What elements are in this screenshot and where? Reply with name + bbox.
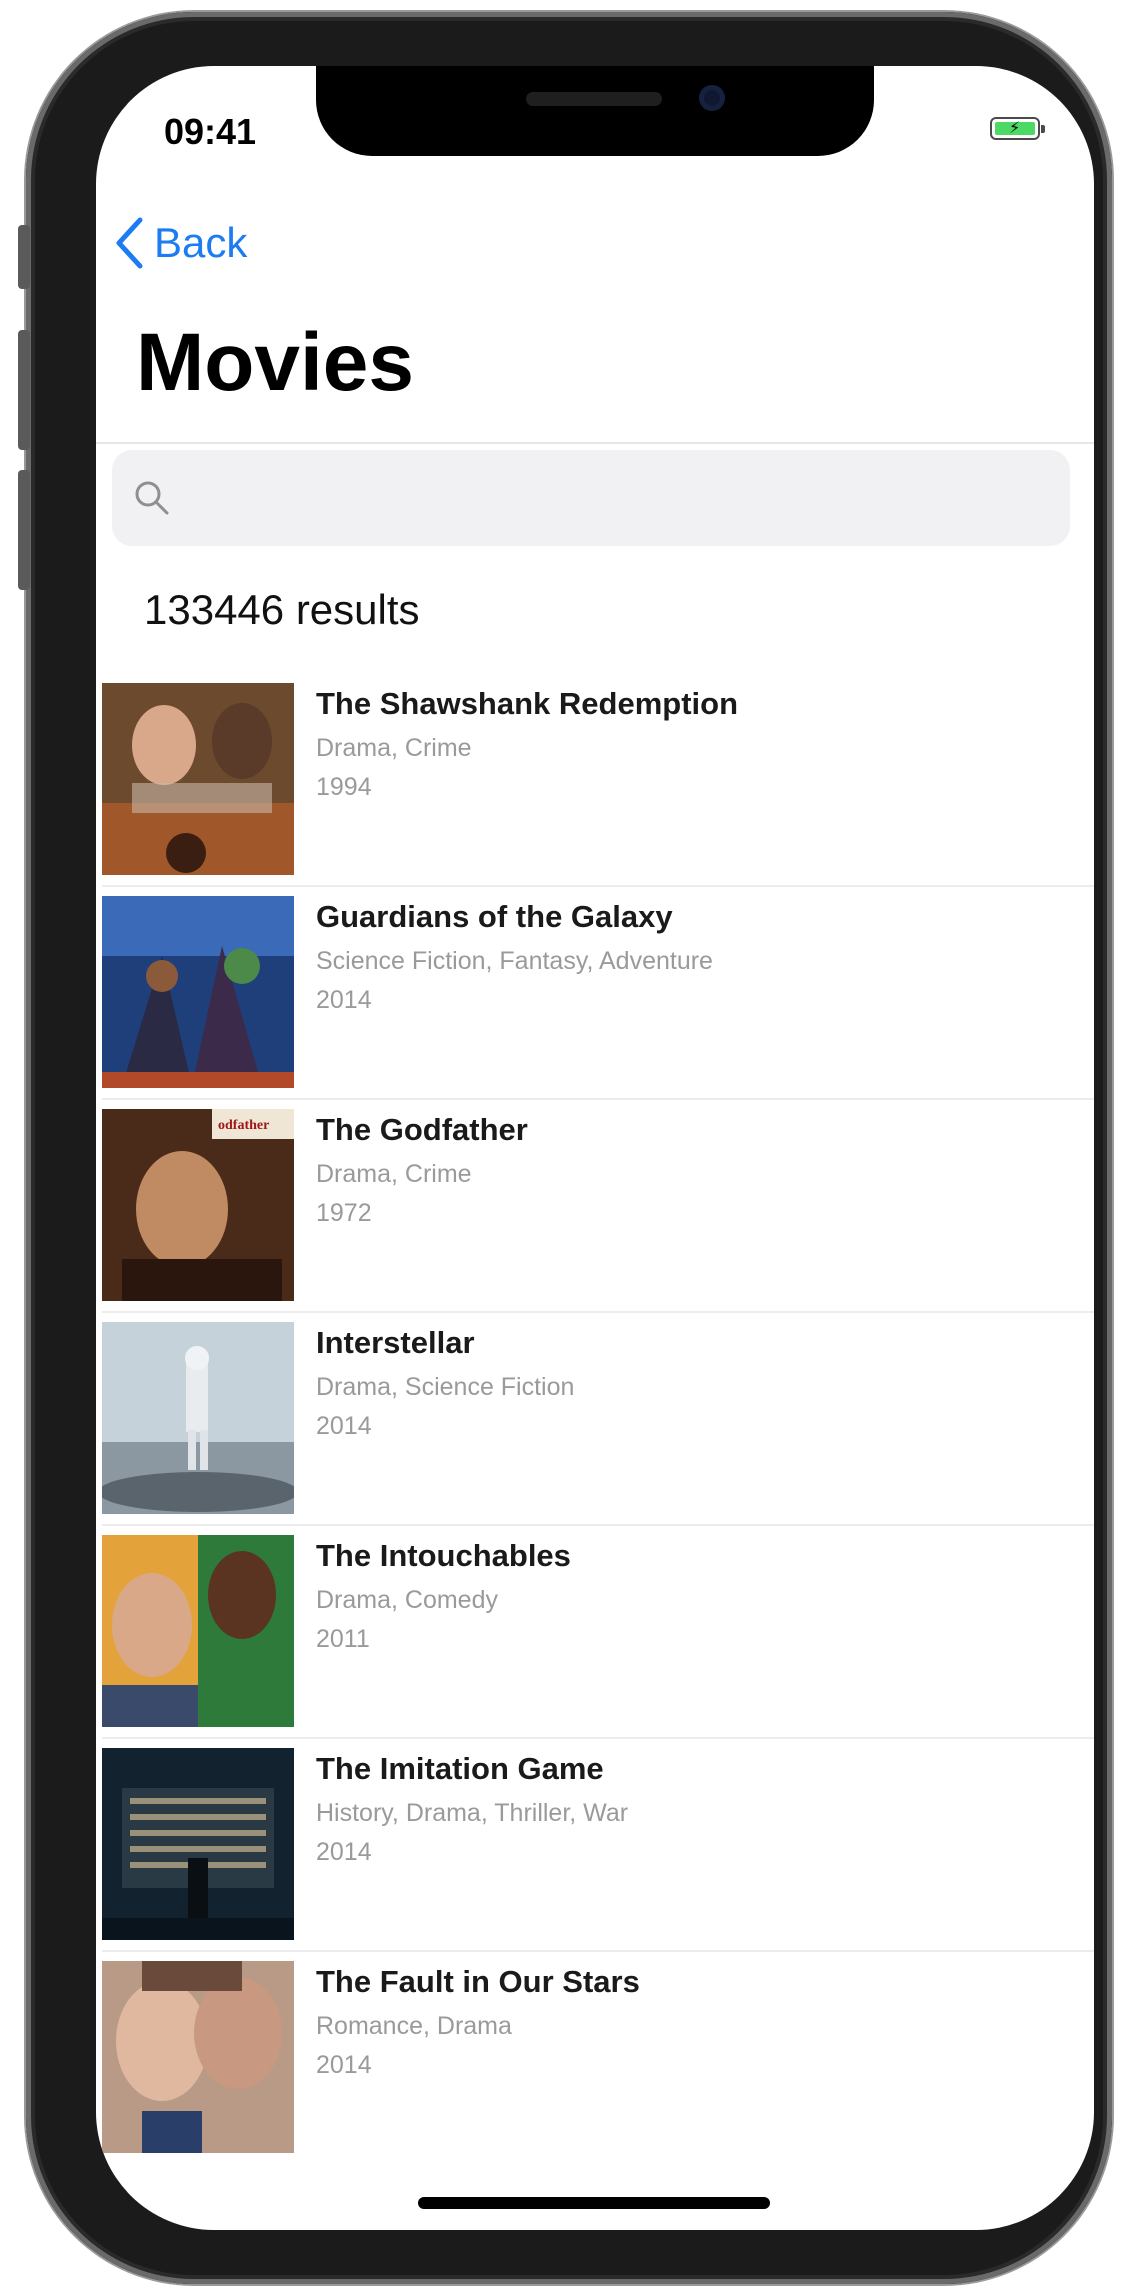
movie-title: Interstellar (316, 1325, 475, 1360)
movie-row-shawshank[interactable]: The Shawshank Redemption Drama, Crime 19… (102, 674, 1094, 887)
movie-year: 2014 (316, 986, 372, 1014)
movie-genres: History, Drama, Thriller, War (316, 1799, 629, 1827)
page-title: Movies (136, 317, 414, 408)
search-bar[interactable] (112, 450, 1070, 546)
charging-bolt-icon: ⚡ (1009, 120, 1021, 137)
movie-year: 2014 (316, 1412, 372, 1440)
poster-image (102, 683, 294, 875)
movie-year: 1994 (316, 773, 372, 801)
movie-row-intouchables[interactable]: The Intouchables Drama, Comedy 2011 (102, 1526, 1094, 1739)
back-label: Back (154, 219, 248, 266)
poster-godfather: odfather (102, 1109, 294, 1301)
poster-fault-in-our-stars (102, 1961, 294, 2153)
movie-row-fault-in-our-stars[interactable]: The Fault in Our Stars Romance, Drama 20… (102, 1952, 1094, 2165)
movie-row-imitation-game[interactable]: The Imitation Game History, Drama, Thril… (102, 1739, 1094, 1952)
movie-info: The Shawshank Redemption Drama, Crime 19… (316, 686, 738, 812)
search-icon (135, 481, 169, 515)
movie-genres: Science Fiction, Fantasy, Adventure (316, 947, 713, 975)
movie-info: Interstellar Drama, Science Fiction 2014 (316, 1325, 574, 1451)
movie-year: 2011 (316, 1625, 370, 1653)
volume-up-button (18, 330, 30, 450)
poster-guardians (102, 896, 294, 1088)
movie-info: The Fault in Our Stars Romance, Drama 20… (316, 1964, 640, 2090)
results-count: 133446 results (144, 586, 420, 633)
movie-title: The Fault in Our Stars (316, 1964, 640, 1999)
poster-interstellar (102, 1322, 294, 1514)
home-indicator[interactable] (418, 2197, 770, 2209)
poster-image: odfather (102, 1109, 294, 1301)
silent-switch (18, 225, 30, 289)
movie-list: The Shawshank Redemption Drama, Crime 19… (102, 674, 1094, 2165)
poster-image (102, 1535, 294, 1727)
notch (316, 66, 874, 156)
movie-year: 2014 (316, 2051, 372, 2079)
speaker-grille (526, 92, 662, 106)
back-button[interactable]: Back (114, 216, 247, 270)
poster-intouchables (102, 1535, 294, 1727)
battery-cap (1041, 125, 1045, 133)
poster-shawshank (102, 683, 294, 875)
movie-row-interstellar[interactable]: Interstellar Drama, Science Fiction 2014 (102, 1313, 1094, 1526)
movie-genres: Drama, Comedy (316, 1586, 498, 1614)
movie-year: 2014 (316, 1838, 372, 1866)
movie-genres: Romance, Drama (316, 2012, 512, 2040)
chevron-left-icon (116, 217, 143, 269)
svg-text:odfather: odfather (218, 1118, 269, 1133)
poster-image (102, 1322, 294, 1514)
volume-down-button (18, 470, 30, 590)
movie-info: The Imitation Game History, Drama, Thril… (316, 1751, 628, 1877)
movie-row-godfather[interactable]: odfather The Godfather Drama, Crime 1972 (102, 1100, 1094, 1313)
movie-title: The Imitation Game (316, 1751, 604, 1786)
nav-divider (96, 442, 1094, 444)
movie-info: Guardians of the Galaxy Science Fiction,… (316, 899, 713, 1025)
movie-title: The Godfather (316, 1112, 528, 1147)
search-input[interactable] (186, 476, 1050, 520)
poster-imitation-game (102, 1748, 294, 1940)
phone-screen: 09:41 ⚡ Back Movies 133446 results The S… (96, 66, 1094, 2230)
movie-genres: Drama, Science Fiction (316, 1373, 575, 1401)
poster-image (102, 1961, 294, 2153)
poster-image (102, 896, 294, 1088)
movie-genres: Drama, Crime (316, 1160, 472, 1188)
movie-info: The Godfather Drama, Crime 1972 (316, 1112, 528, 1238)
movie-title: The Intouchables (316, 1538, 571, 1573)
battery-icon: ⚡ (990, 117, 1045, 140)
status-time: 09:41 (164, 111, 257, 152)
poster-image (102, 1748, 294, 1940)
movie-title: Guardians of the Galaxy (316, 899, 673, 934)
front-camera (699, 85, 725, 111)
battery-level: ⚡ (995, 120, 1035, 137)
movie-genres: Drama, Crime (316, 734, 472, 762)
movie-info: The Intouchables Drama, Comedy 2011 (316, 1538, 571, 1664)
movie-row-guardians[interactable]: Guardians of the Galaxy Science Fiction,… (102, 887, 1094, 1100)
movie-title: The Shawshank Redemption (316, 686, 739, 721)
movie-year: 1972 (316, 1199, 372, 1227)
